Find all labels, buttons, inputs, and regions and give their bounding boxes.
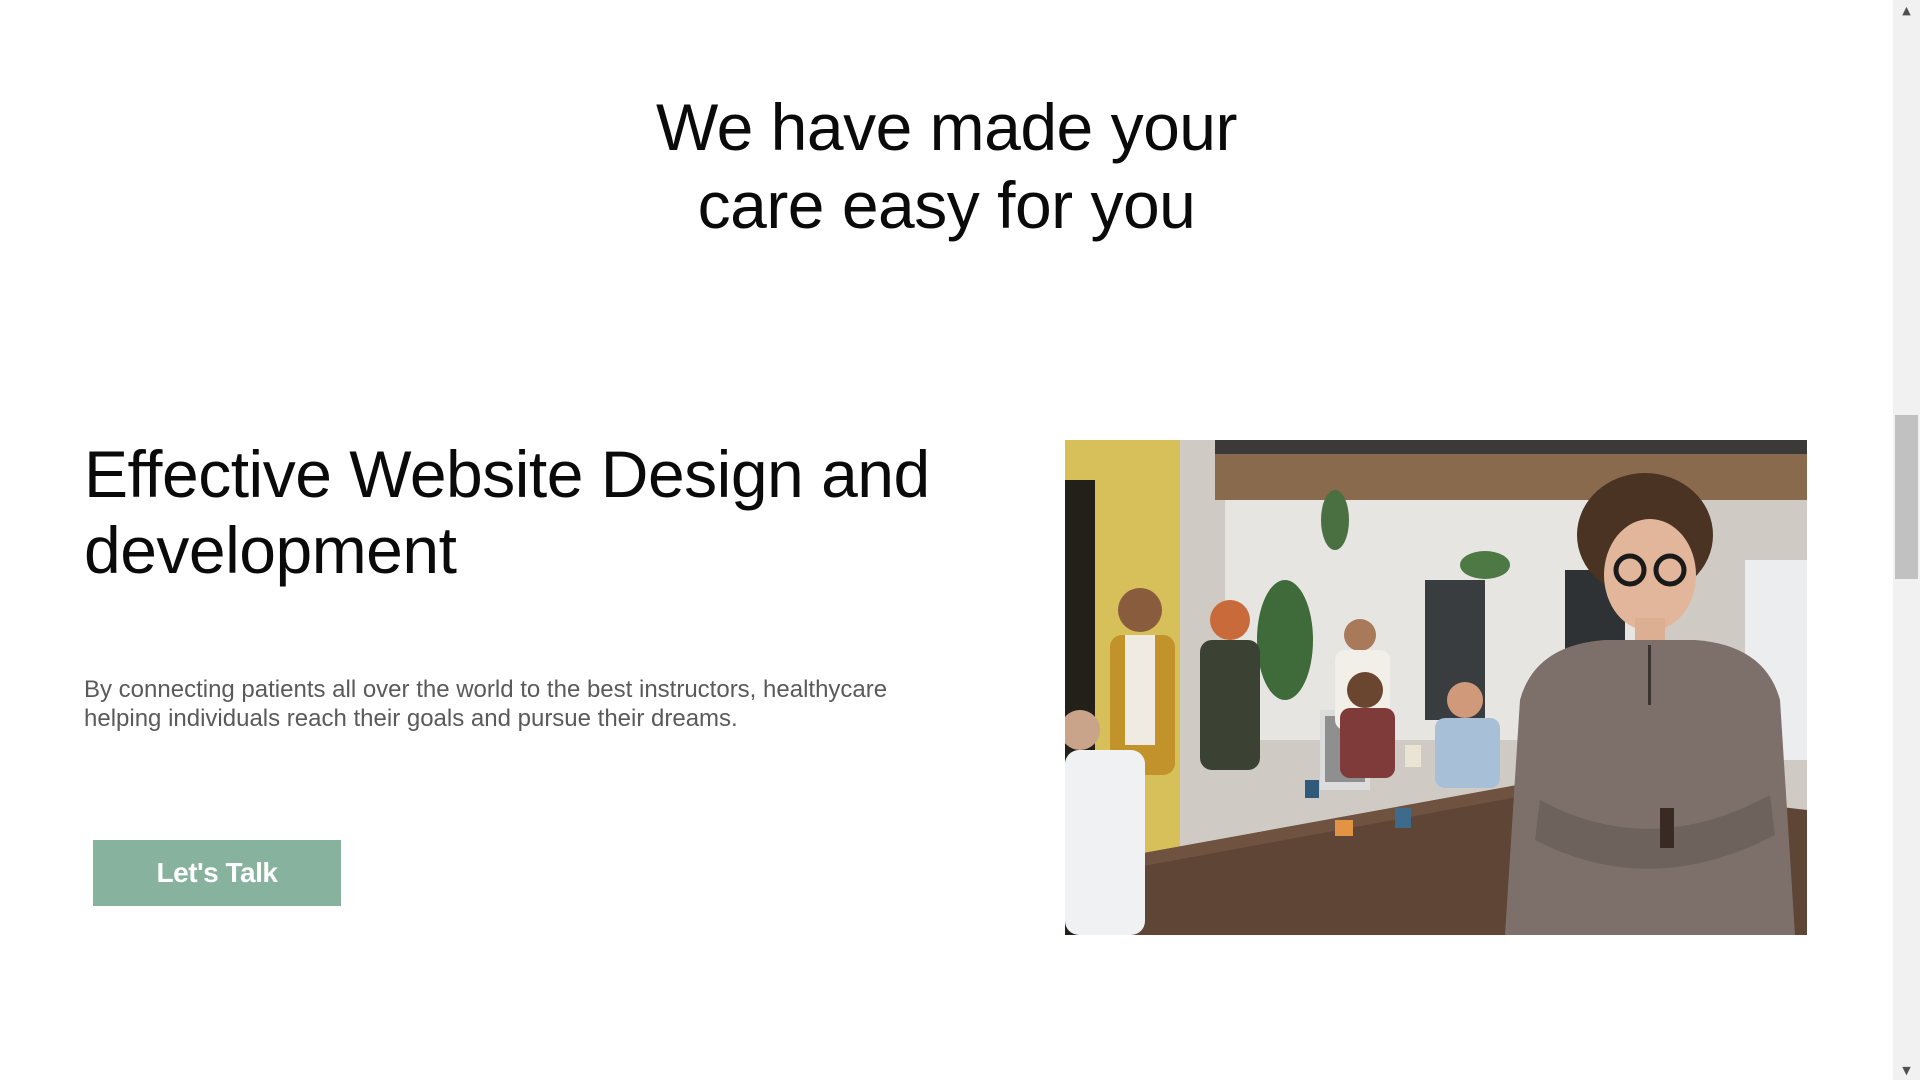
feature-description-line-2: helping individuals reach their goals an… — [84, 705, 738, 732]
scrollbar-thumb[interactable] — [1895, 415, 1918, 579]
vertical-scrollbar[interactable]: ▲ ▼ — [1893, 0, 1920, 1080]
feature-heading: Effective Website Design and development — [84, 436, 1004, 588]
feature-heading-line-1: Effective Website Design and — [84, 437, 930, 511]
team-photo — [1065, 440, 1807, 935]
chevron-down-icon[interactable]: ▼ — [1893, 1060, 1920, 1080]
chevron-up-icon[interactable]: ▲ — [1893, 0, 1920, 20]
feature-heading-line-2: development — [84, 513, 457, 587]
lets-talk-button[interactable]: Let's Talk — [93, 840, 341, 906]
feature-description-line-1: By connecting patients all over the worl… — [84, 676, 888, 703]
page-viewport: We have made your care easy for you Effe… — [0, 0, 1893, 1080]
section-title: We have made your care easy for you — [0, 88, 1893, 244]
feature-description: By connecting patients all over the worl… — [84, 675, 984, 733]
section-title-line-1: We have made your — [656, 90, 1237, 164]
section-title-line-2: care easy for you — [697, 168, 1196, 242]
